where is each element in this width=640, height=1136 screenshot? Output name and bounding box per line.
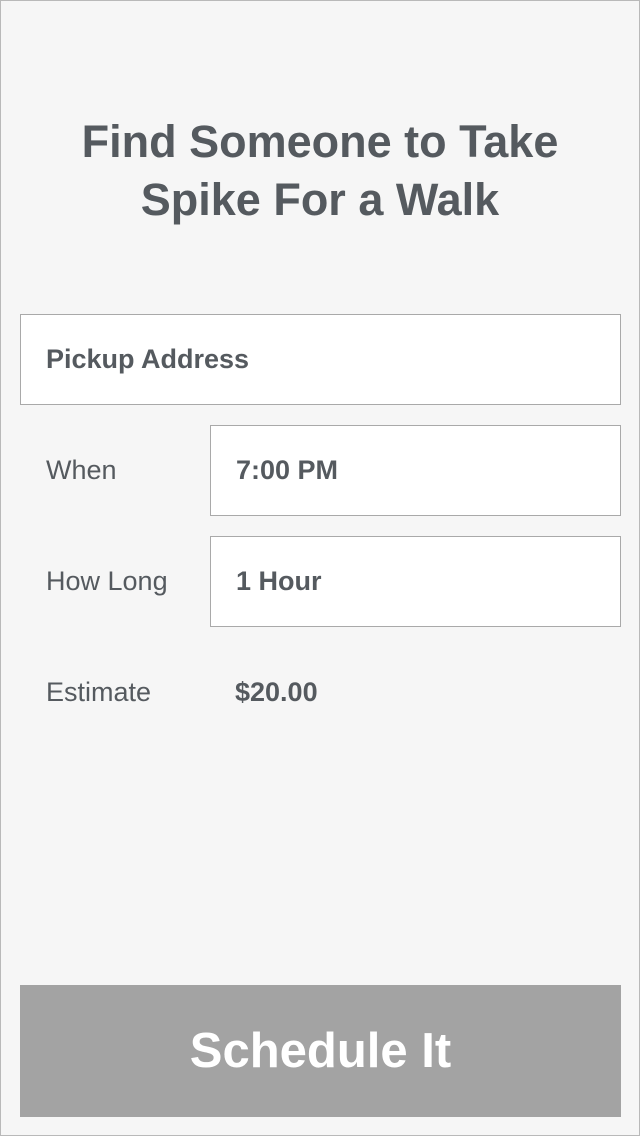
schedule-button-label: Schedule It: [189, 1024, 452, 1078]
estimate-value: $20.00: [235, 677, 318, 707]
how-long-field[interactable]: 1 Hour: [210, 536, 621, 627]
when-label: When: [46, 455, 117, 485]
schedule-walk-screen: Find Someone to Take Spike For a Walk Pi…: [0, 0, 640, 1136]
page-title: Find Someone to Take Spike For a Walk: [1, 113, 639, 229]
when-field[interactable]: 7:00 PM: [210, 425, 621, 516]
page-title-line-1: Find Someone to Take: [81, 116, 559, 167]
when-value: 7:00 PM: [236, 455, 339, 485]
pickup-address-text: Pickup Address: [46, 344, 250, 374]
schedule-button[interactable]: Schedule It: [20, 985, 621, 1117]
how-long-label: How Long: [46, 566, 168, 596]
estimate-label: Estimate: [46, 677, 152, 707]
page-title-line-2: Spike For a Walk: [140, 174, 500, 225]
how-long-value: 1 Hour: [236, 566, 322, 596]
pickup-address-field[interactable]: Pickup Address: [20, 314, 621, 405]
